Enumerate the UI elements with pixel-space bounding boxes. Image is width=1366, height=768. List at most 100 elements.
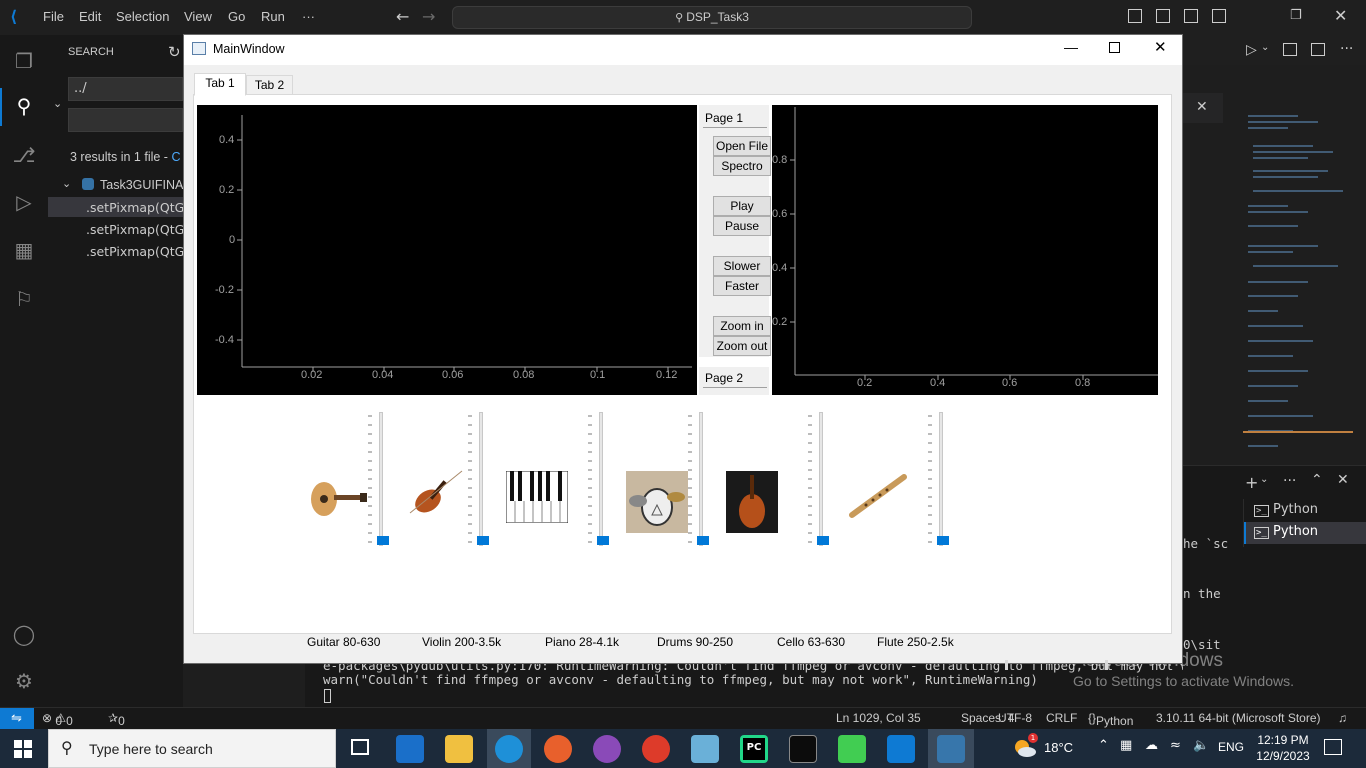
line-ending[interactable]: CRLF [1046, 711, 1077, 725]
refresh-icon[interactable]: ↻ [168, 43, 181, 61]
chevron-down-icon[interactable]: ⌄ [62, 177, 71, 190]
firefox-icon[interactable] [544, 735, 572, 763]
python-app-taskbar-slot[interactable] [928, 729, 974, 768]
notifications-bell-icon[interactable]: ♫ [1338, 711, 1347, 725]
windows-start-icon[interactable] [14, 740, 32, 758]
chevron-down-icon[interactable]: ⌄ [53, 97, 62, 110]
nav-forward-icon[interactable]: → [422, 7, 435, 26]
play-button[interactable]: Play [713, 196, 771, 216]
more-actions-icon[interactable]: ··· [1340, 41, 1353, 57]
menu-file[interactable]: File [43, 9, 64, 24]
page-2-label[interactable]: Page 2 [705, 371, 743, 385]
splitter-handle[interactable] [1005, 660, 1008, 670]
python-interpreter[interactable]: 3.10.11 64-bit (Microsoft Store) [1156, 711, 1321, 725]
open-preview-icon[interactable] [1283, 43, 1297, 56]
menu-selection[interactable]: Selection [116, 9, 169, 24]
menu-go[interactable]: Go [228, 9, 245, 24]
mail-icon[interactable] [396, 735, 424, 763]
menu-run[interactable]: Run [261, 9, 285, 24]
terminal-tab-python-active[interactable]: >_ Python [1254, 524, 1318, 539]
pause-button[interactable]: Pause [713, 216, 771, 236]
cursor-position[interactable]: Ln 1029, Col 35 [836, 711, 921, 725]
run-debug-icon[interactable]: ▷ [10, 188, 38, 216]
menu-edit[interactable]: Edit [79, 9, 101, 24]
source-control-icon[interactable]: ⎇ [10, 141, 38, 169]
slider-track[interactable] [939, 412, 943, 546]
chrome-icon[interactable] [642, 735, 670, 763]
tab-1[interactable]: Tab 1 [194, 73, 246, 96]
close-icon[interactable]: ✕ [1196, 99, 1208, 115]
search-input[interactable]: ../ [68, 77, 183, 101]
zoom-in-button[interactable]: Zoom in [713, 316, 771, 336]
restore-window-icon[interactable]: ❐ [1290, 8, 1302, 23]
pycharm-icon[interactable]: PC [740, 735, 768, 763]
page-1-label[interactable]: Page 1 [705, 111, 743, 125]
volume-icon[interactable]: 🔈 [1193, 738, 1209, 753]
slider-track[interactable] [699, 412, 703, 546]
wifi-icon[interactable]: ≈ [1170, 738, 1181, 753]
results-link[interactable]: C [171, 150, 180, 164]
testing-icon[interactable]: ⚐ [10, 285, 38, 313]
nav-back-icon[interactable]: ← [396, 7, 409, 26]
close-panel-icon[interactable]: ✕ [1337, 472, 1349, 488]
slider-handle[interactable] [697, 536, 709, 545]
explorer-icon[interactable]: ❐ [10, 47, 38, 75]
github-desktop-icon[interactable] [593, 735, 621, 763]
command-center[interactable]: ⚲ DSP_Task3 [452, 6, 972, 29]
slider-handle[interactable] [817, 536, 829, 545]
faster-button[interactable]: Faster [713, 276, 771, 296]
search-match[interactable]: .setPixmap(QtGu [86, 222, 192, 237]
account-icon[interactable]: ◯ [10, 620, 38, 648]
remote-indicator[interactable]: ⇋ [0, 708, 34, 729]
close-icon[interactable]: ✕ [1154, 38, 1167, 56]
layout-toggle-icons[interactable] [1128, 9, 1228, 25]
new-terminal-icon[interactable]: + [1245, 473, 1258, 492]
edge-taskbar-slot[interactable] [487, 729, 531, 768]
slider-handle[interactable] [937, 536, 949, 545]
more-actions-icon[interactable]: ··· [1283, 473, 1296, 489]
app-icon[interactable] [691, 735, 719, 763]
spectrogram-plot[interactable]: 0.8 0.6 0.4 0.2 0.2 0.4 0.6 0.8 [772, 105, 1158, 395]
slider-handle[interactable] [377, 536, 389, 545]
qt-designer-icon[interactable] [838, 735, 866, 763]
maximize-icon[interactable] [1109, 42, 1120, 53]
cloud-icon[interactable]: ☁ [1145, 738, 1158, 753]
menu-more[interactable]: ··· [302, 9, 315, 24]
spectro-button[interactable]: Spectro [713, 156, 771, 176]
slider-track[interactable] [379, 412, 383, 546]
terminal-tab-python[interactable]: >_ Python [1254, 502, 1318, 517]
maximize-panel-icon[interactable]: ⌃ [1311, 472, 1323, 488]
split-editor-icon[interactable] [1311, 43, 1325, 56]
minimap[interactable] [1243, 95, 1353, 465]
run-python-icon[interactable]: ▷ [1246, 42, 1257, 58]
chevron-down-icon[interactable]: ⌄ [1261, 42, 1269, 53]
battery-icon[interactable]: ▦ [1120, 738, 1132, 753]
search-match[interactable]: .setPixmap(QtGu [86, 200, 192, 215]
result-file[interactable]: Task3GUIFINAL [100, 178, 190, 192]
splitter-handle[interactable] [1105, 660, 1108, 670]
language-indicator[interactable]: ENG [1218, 740, 1244, 754]
replace-input[interactable] [68, 108, 183, 132]
tab-2[interactable]: Tab 2 [246, 75, 293, 96]
open-file-button[interactable]: Open File [713, 136, 771, 156]
chevron-down-icon[interactable]: ⌄ [1260, 474, 1268, 485]
slider-handle[interactable] [597, 536, 609, 545]
task-view-icon[interactable] [346, 735, 374, 763]
signal-plot[interactable]: 0.4 0.2 0 -0.2 -0.4 0.02 0.04 0.06 0.08 … [197, 105, 697, 395]
slider-track[interactable] [599, 412, 603, 546]
slider-track[interactable] [819, 412, 823, 546]
terminal-icon[interactable] [789, 735, 817, 763]
slider-track[interactable] [479, 412, 483, 546]
slower-button[interactable]: Slower [713, 256, 771, 276]
problems-indicator[interactable]: ⊗ 0 ⚠ 0 [42, 711, 73, 728]
show-hidden-icons[interactable]: ⌃ [1098, 738, 1109, 753]
vscode-taskbar-icon[interactable] [887, 735, 915, 763]
ports-indicator[interactable]: ✰ 0 [108, 711, 125, 728]
extensions-icon[interactable]: ▦ [10, 236, 38, 264]
weather-temp[interactable]: 18°C [1044, 740, 1073, 755]
slider-handle[interactable] [477, 536, 489, 545]
taskbar-search[interactable]: ⚲ Type here to search [48, 729, 336, 768]
settings-gear-icon[interactable]: ⚙ [10, 667, 38, 695]
zoom-out-button[interactable]: Zoom out [713, 336, 771, 356]
language-mode[interactable]: {} Python [1088, 711, 1133, 728]
